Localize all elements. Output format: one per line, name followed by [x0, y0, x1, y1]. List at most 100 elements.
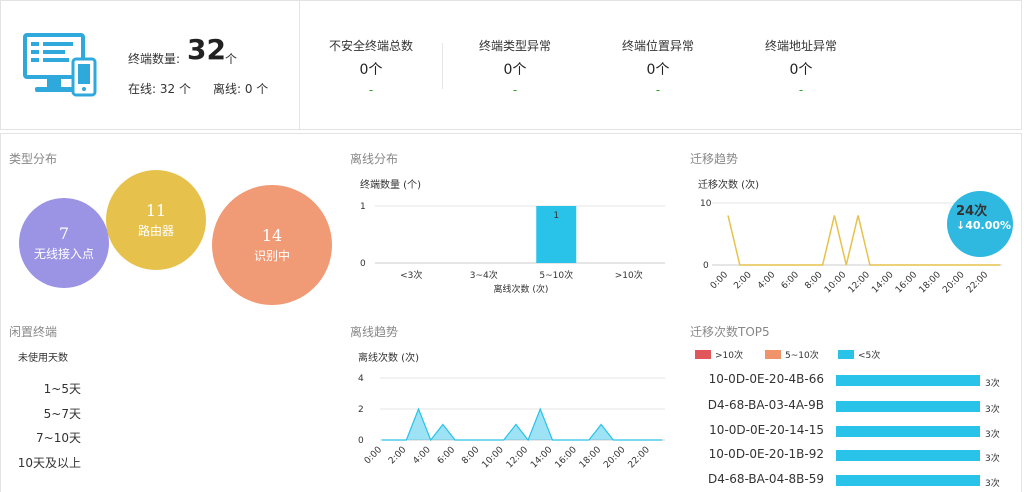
offline-trend-ylabel: 离线次数 (次) [358, 353, 419, 364]
y-tick: 2 [358, 405, 364, 415]
x-tick: 2:00 [732, 270, 754, 292]
bubble-identifying[interactable]: 14 识别中 [212, 185, 332, 305]
offline-dist-ylabel: 终端数量 (个) [360, 180, 421, 191]
x-tick: 6:00 [780, 270, 802, 292]
legend-item-5to10[interactable]: 5~10次 [765, 348, 819, 361]
stat-delta: - [368, 83, 374, 97]
y-tick: 0 [703, 261, 709, 271]
top5-title: 迁移次数TOP5 [690, 325, 770, 339]
x-axis-label: 离线次数 (次) [494, 283, 549, 295]
y-tick: 10 [700, 199, 712, 209]
legend-item-over10[interactable]: >10次 [695, 348, 743, 361]
bubble-router[interactable]: 11 路由器 [106, 170, 206, 270]
online-count: 在线: 32 个 [128, 82, 191, 96]
x-tick: 3~4次 [470, 269, 498, 281]
terminal-devices-icon [23, 33, 97, 97]
top5-bar[interactable] [836, 450, 980, 461]
x-tick: 10:00 [480, 445, 506, 471]
x-tick: 16:00 [894, 270, 920, 296]
x-tick: 20:00 [602, 445, 628, 471]
top5-bar[interactable] [836, 426, 980, 437]
stat-title: 终端类型异常 [478, 39, 551, 53]
top5-value: 3次 [985, 479, 1000, 489]
stat-title: 终端地址异常 [764, 39, 837, 53]
terminal-count-label: 终端数量: [128, 52, 181, 66]
x-tick: 2:00 [387, 445, 409, 467]
top5-value: 3次 [985, 379, 1000, 389]
stat-value: 0个 [503, 62, 527, 78]
x-tick: 12:00 [847, 270, 873, 296]
idle-row: 5~7天 [43, 407, 81, 421]
terminal-count-value: 32 [187, 33, 226, 66]
x-tick: 22:00 [965, 270, 991, 296]
x-tick: 12:00 [505, 445, 531, 471]
top5-bar[interactable] [836, 475, 980, 486]
offline-trend-chart: 4 2 0 0:00 2:00 4:00 6:00 8:0010:0012:0014:0… [358, 374, 665, 471]
x-tick: 18:00 [578, 445, 604, 471]
bubble-wireless-ap[interactable]: 7 无线接入点 [19, 198, 109, 288]
migration-trend-title: 迁移趋势 [690, 152, 739, 166]
stat-value: 0个 [789, 62, 813, 78]
x-tick: 8:00 [803, 270, 825, 292]
terminal-count-unit: 个 [225, 52, 238, 66]
legend-label: >10次 [715, 351, 743, 361]
stat-delta: - [655, 83, 661, 97]
x-tick: 8:00 [460, 445, 482, 467]
top5-value: 3次 [985, 405, 1000, 415]
top5-bar[interactable] [836, 401, 980, 412]
legend-item-under5[interactable]: <5次 [838, 348, 880, 361]
badge-value: 24次 [956, 203, 987, 219]
stat-address-anomaly[interactable]: 终端地址异常 0个 - [746, 37, 856, 97]
x-tick: 10:00 [823, 270, 849, 296]
x-tick: 6:00 [436, 445, 458, 467]
idle-row: 7~10天 [36, 431, 81, 445]
legend-swatch [765, 350, 781, 359]
top5-device-name: 10-0D-0E-20-1B-92 [708, 447, 824, 461]
x-tick: 22:00 [627, 445, 653, 471]
type-dist-title: 类型分布 [9, 152, 58, 166]
x-tick: 14:00 [870, 270, 896, 296]
idle-sublabel: 未使用天数 [18, 353, 68, 364]
offline-count: 离线: 0 个 [213, 82, 269, 96]
legend-label: <5次 [858, 351, 881, 361]
x-tick: 4:00 [411, 445, 433, 467]
stat-type-anomaly[interactable]: 终端类型异常 0个 - [460, 37, 570, 97]
bar-value-label: 1 [553, 211, 559, 221]
offline-dist-title: 离线分布 [350, 152, 399, 166]
x-tick: 4:00 [756, 270, 778, 292]
migration-trend-ylabel: 迁移次数 (次) [698, 180, 759, 191]
stat-title: 终端位置异常 [621, 39, 694, 53]
x-tick: <3次 [400, 269, 422, 281]
bubble-label: 无线接入点 [33, 247, 94, 261]
idle-title: 闲置终端 [9, 325, 58, 339]
offline-trend-title: 离线趋势 [350, 325, 399, 339]
summary-divider [299, 1, 300, 129]
x-tick: 0:00 [709, 270, 731, 292]
bubble-value: 14 [261, 226, 283, 245]
top5-bar[interactable] [836, 375, 980, 386]
stat-unsafe-terminals[interactable]: 不安全终端总数 0个 - [316, 37, 426, 97]
top5-value: 3次 [985, 454, 1000, 464]
legend-label: 5~10次 [785, 351, 819, 361]
bubble-label: 路由器 [137, 224, 174, 238]
stat-value: 0个 [646, 62, 670, 78]
y-tick: 1 [360, 202, 366, 212]
top5-device-name: 10-0D-0E-20-14-15 [709, 423, 824, 437]
stat-delta: - [512, 83, 518, 97]
stat-location-anomaly[interactable]: 终端位置异常 0个 - [603, 37, 713, 97]
y-tick: 0 [360, 259, 366, 269]
x-tick: 16:00 [553, 445, 579, 471]
x-tick: 5~10次 [539, 269, 573, 281]
top5-value: 3次 [985, 430, 1000, 440]
badge-change: ↓40.00% [956, 219, 1011, 232]
stat-title: 不安全终端总数 [328, 39, 413, 53]
bubble-value: 7 [58, 224, 70, 243]
summary-bar: 终端数量: 32 个 在线: 32 个 离线: 0 个 不安全终端总数 0个 -… [0, 0, 1022, 130]
top5-device-name: D4-68-BA-03-4A-9B [707, 398, 824, 412]
bubble-value: 11 [145, 201, 167, 220]
stat-delta: - [798, 83, 804, 97]
stat-separator [442, 43, 443, 89]
legend-swatch [838, 350, 854, 359]
migration-trend-chart: 10 0 0:00 2:00 4:00 6:00 8:0010:0012:0014:00… [700, 191, 1013, 296]
y-tick: 0 [358, 436, 364, 446]
